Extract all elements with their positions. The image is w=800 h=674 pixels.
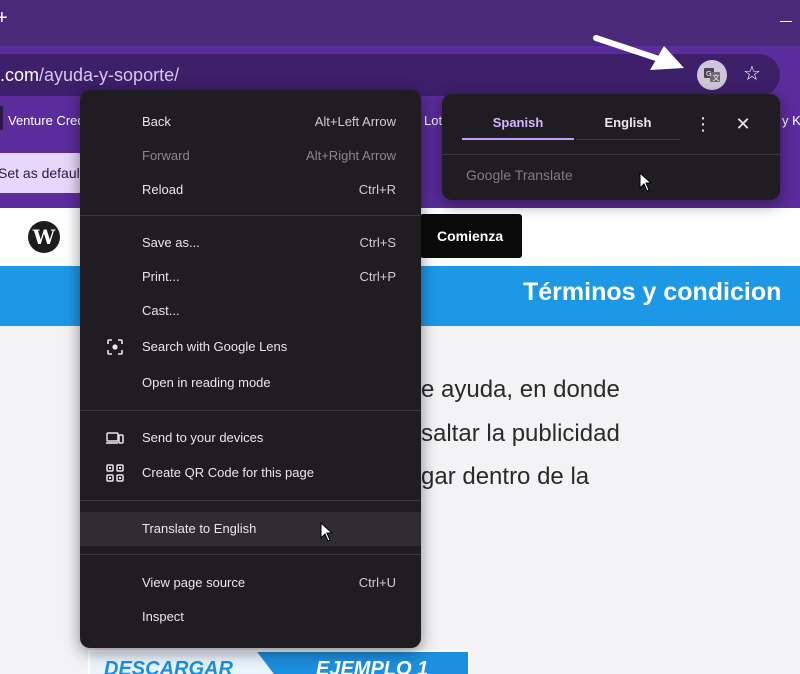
svg-text:文: 文 (713, 73, 720, 82)
bookmark-item[interactable]: Lot (424, 113, 442, 128)
menu-item-reading-mode[interactable]: Open in reading mode (80, 366, 421, 400)
menu-item-reload[interactable]: Reload Ctrl+R (80, 173, 421, 207)
menu-item-shortcut: Ctrl+S (359, 235, 396, 250)
menu-item-label: Inspect (142, 609, 184, 624)
menu-item-label: Send to your devices (142, 430, 264, 445)
more-options-icon[interactable]: ⋮ (694, 112, 712, 136)
menu-separator (80, 410, 421, 411)
wordpress-logo-icon[interactable]: W (28, 221, 60, 253)
menu-item-label: Reload (142, 182, 184, 197)
body-text-line: gar dentro de la (421, 463, 590, 490)
url-path: /ayuda-y-soporte/ (39, 65, 180, 85)
menu-item-shortcut: Ctrl+U (358, 575, 396, 590)
menu-item-save-as[interactable]: Save as... Ctrl+S (80, 226, 421, 260)
menu-separator (80, 500, 421, 501)
menu-item-shortcut: Alt+Left Arrow (314, 114, 396, 129)
menu-item-forward: Forward Alt+Right Arrow (80, 139, 421, 173)
download-label: DESCARGAR (104, 658, 233, 674)
menu-item-translate[interactable]: Translate to English (80, 512, 421, 546)
translate-bubble: Spanish English ⋮ ✕ Google Translate (442, 94, 780, 200)
new-tab-icon[interactable]: + (0, 8, 8, 28)
menu-item-google-lens[interactable]: Search with Google Lens (80, 330, 421, 364)
comienza-button[interactable]: Comienza (420, 214, 522, 258)
menu-item-label: Search with Google Lens (142, 339, 288, 354)
translate-page-icon[interactable]: G 文 (697, 60, 727, 90)
body-text-line: saltar la publicidad (421, 420, 620, 447)
qr-code-icon (106, 464, 124, 482)
url-text: .com/ayuda-y-soporte/ (0, 65, 179, 85)
menu-item-shortcut: Ctrl+P (359, 269, 396, 284)
tab-target-language[interactable]: English (576, 108, 680, 140)
menu-item-shortcut: Ctrl+R (358, 182, 396, 197)
menu-item-send-to-devices[interactable]: Send to your devices (80, 421, 421, 455)
close-icon[interactable]: ✕ (732, 112, 754, 136)
google-lens-icon (106, 338, 124, 356)
example-label: EJEMPLO 1 (316, 658, 429, 674)
annotation-arrow-icon (593, 35, 684, 70)
menu-separator (80, 215, 421, 216)
menu-item-label: Create QR Code for this page (142, 465, 314, 480)
menu-item-qr-code[interactable]: Create QR Code for this page (80, 456, 421, 490)
menu-item-label: Translate to English (142, 521, 257, 536)
menu-item-label: Save as... (142, 235, 200, 250)
svg-text:G: G (706, 70, 711, 78)
menu-item-label: Back (142, 114, 171, 129)
url-domain: .com (0, 65, 40, 85)
menu-item-label: Print... (142, 269, 180, 284)
menu-item-shortcut: Alt+Right Arrow (306, 148, 396, 163)
mouse-cursor-icon (639, 172, 653, 192)
bookmark-star-icon[interactable]: ☆ (740, 62, 764, 86)
mouse-cursor-icon (320, 522, 334, 542)
devices-icon (106, 429, 124, 447)
bookmark-item[interactable]: Venture Credi (8, 113, 88, 128)
bookmark-favicon-icon (0, 106, 3, 130)
download-example-banner[interactable]: DESCARGAR EJEMPLO 1 (88, 650, 470, 674)
menu-item-back[interactable]: Back Alt+Left Arrow (80, 105, 421, 139)
menu-item-inspect[interactable]: Inspect (80, 600, 421, 634)
menu-item-label: Open in reading mode (142, 375, 271, 390)
menu-item-view-source[interactable]: View page source Ctrl+U (80, 566, 421, 600)
menu-item-label: Forward (142, 148, 190, 163)
banner-title: Términos y condicion (523, 278, 782, 306)
context-menu: Back Alt+Left Arrow Forward Alt+Right Ar… (80, 90, 421, 648)
minimize-icon[interactable] (780, 21, 792, 22)
menu-item-label: Cast... (142, 303, 180, 318)
menu-item-print[interactable]: Print... Ctrl+P (80, 260, 421, 294)
menu-item-cast[interactable]: Cast... (80, 294, 421, 328)
menu-separator (80, 554, 421, 555)
body-text-line: e ayuda, en donde (421, 376, 620, 403)
bubble-divider (442, 154, 780, 155)
tab-source-language[interactable]: Spanish (462, 108, 574, 140)
bookmark-item[interactable]: y K (782, 113, 800, 128)
menu-item-label: View page source (142, 575, 246, 590)
set-as-default-button[interactable]: Set as default (0, 153, 84, 193)
google-translate-label: Google Translate (466, 167, 573, 183)
download-label-panel: DESCARGAR (90, 652, 280, 674)
